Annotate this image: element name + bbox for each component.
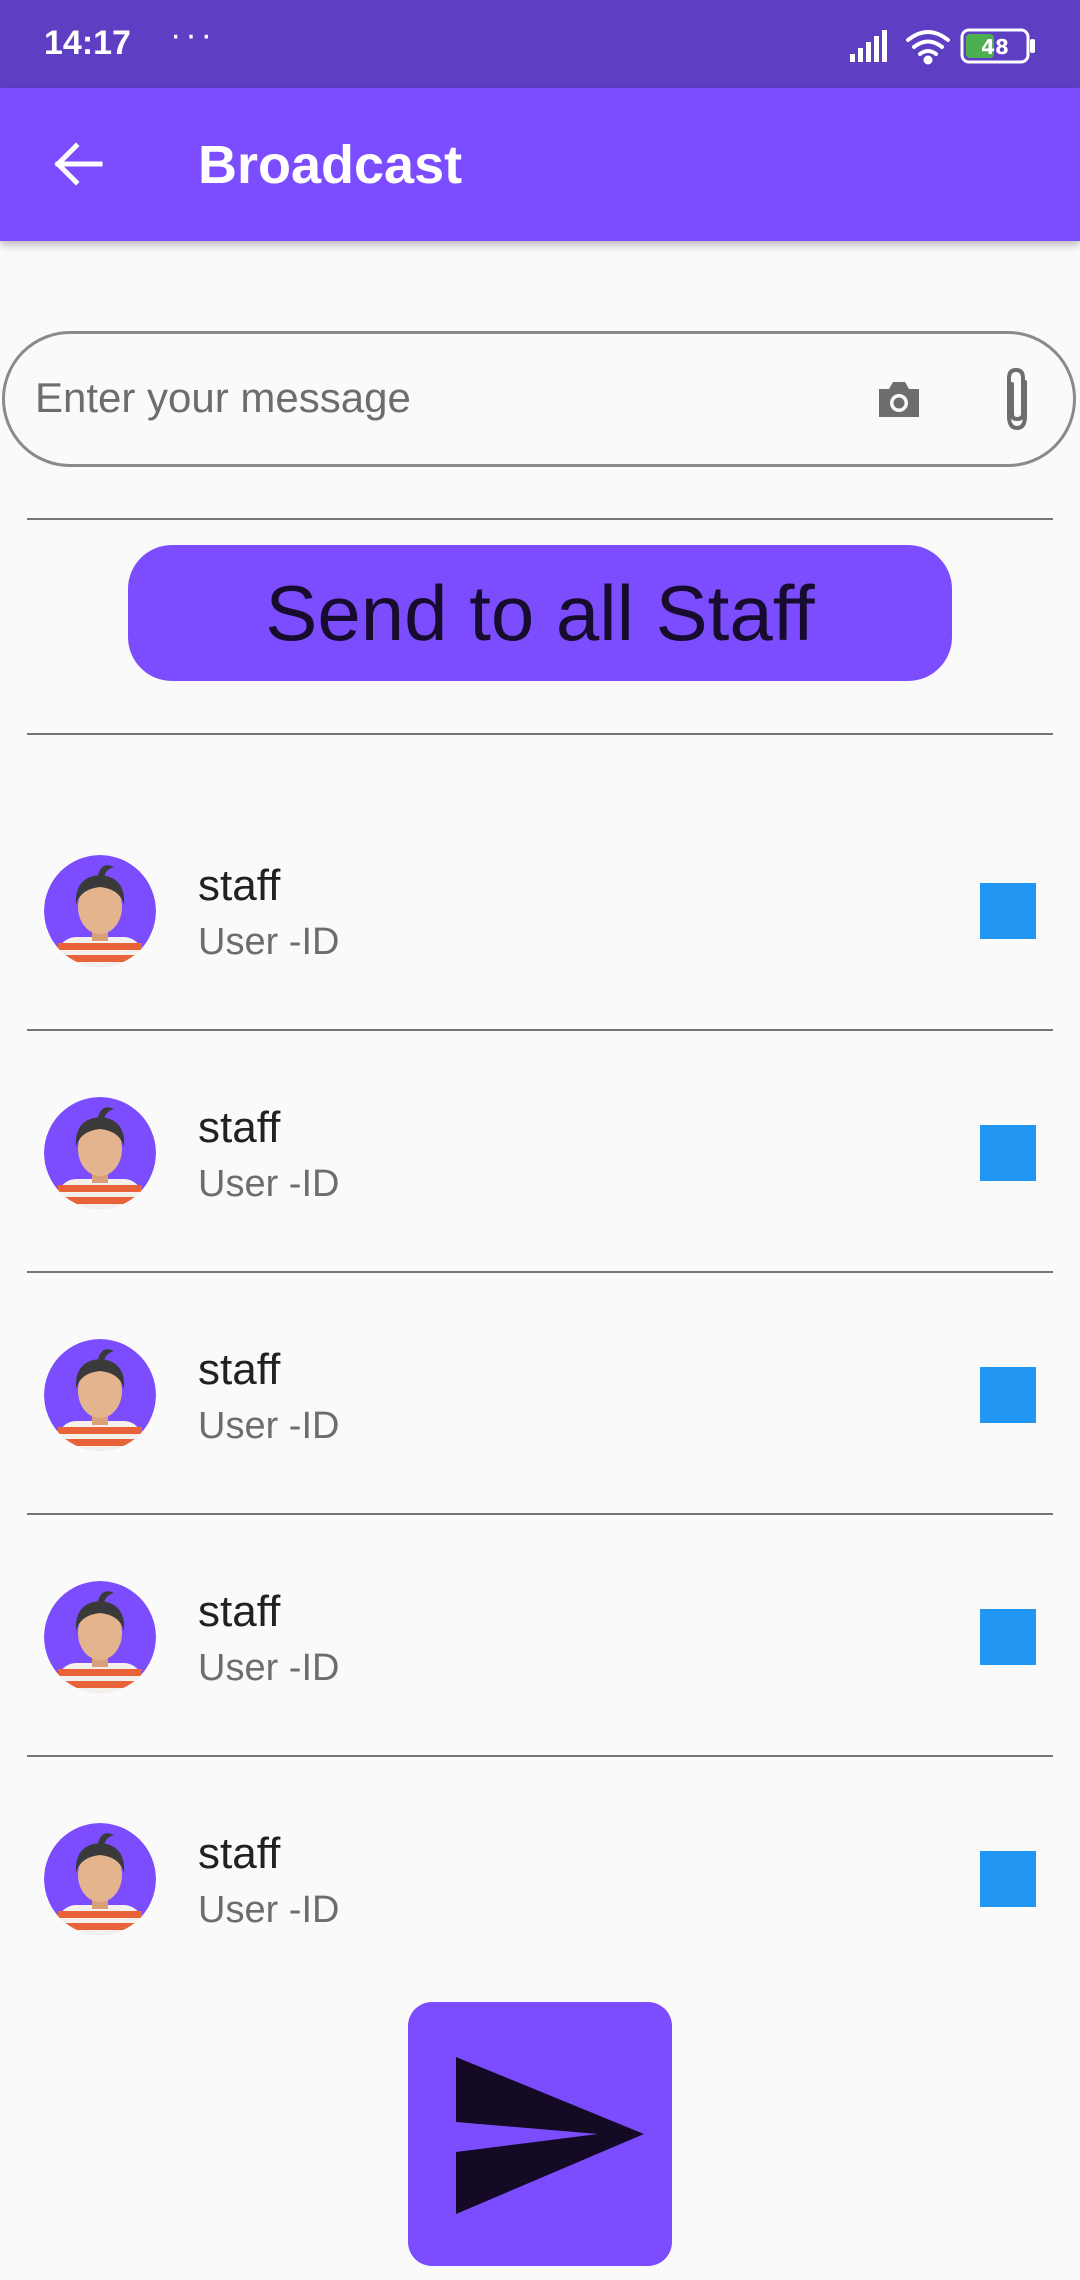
status-time: 14:17 — [44, 24, 131, 62]
send-button[interactable] — [408, 2002, 672, 2266]
divider — [27, 1271, 1053, 1273]
send-to-all-staff-button[interactable]: Send to all Staff — [128, 545, 952, 681]
avatar — [44, 855, 156, 967]
arrow-left-icon[interactable] — [50, 136, 106, 192]
status-icons: 48 — [850, 28, 1035, 65]
staff-user-id: User -ID — [198, 1647, 340, 1689]
staff-list-item[interactable]: staff User -ID — [0, 855, 1080, 1095]
send-icon — [456, 2057, 644, 2214]
page-title: Broadcast — [198, 135, 463, 195]
avatar — [44, 1339, 156, 1451]
battery-level: 48 — [981, 35, 1009, 59]
select-checkbox[interactable] — [980, 1609, 1036, 1665]
avatar — [44, 1097, 156, 1209]
divider — [27, 1029, 1053, 1031]
divider — [27, 733, 1053, 735]
staff-user-id: User -ID — [198, 1405, 340, 1447]
wifi-icon — [906, 30, 950, 65]
message-input[interactable]: Enter your message — [2, 331, 1076, 467]
avatar — [44, 1581, 156, 1693]
divider — [27, 1755, 1053, 1757]
staff-user-id: User -ID — [198, 921, 340, 963]
staff-name: staff — [198, 1103, 281, 1152]
select-checkbox[interactable] — [980, 1367, 1036, 1423]
signal-icon — [850, 30, 887, 62]
avatar — [44, 1823, 156, 1935]
staff-name: staff — [198, 1587, 281, 1636]
select-checkbox[interactable] — [980, 1125, 1036, 1181]
status-bar: 14:17 ··· 48 — [0, 0, 1080, 88]
staff-name: staff — [198, 861, 281, 910]
divider — [27, 1513, 1053, 1515]
staff-name: staff — [198, 1345, 281, 1394]
status-more-dots: ··· — [170, 16, 216, 54]
staff-list-item[interactable]: staff User -ID — [0, 1581, 1080, 1821]
staff-list-item[interactable]: staff User -ID — [0, 1339, 1080, 1579]
staff-list-item[interactable]: staff User -ID — [0, 1097, 1080, 1337]
paperclip-icon[interactable] — [995, 366, 1039, 434]
staff-user-id: User -ID — [198, 1889, 340, 1931]
select-checkbox[interactable] — [980, 883, 1036, 939]
divider — [27, 518, 1053, 520]
staff-user-id: User -ID — [198, 1163, 340, 1205]
app-bar: Broadcast — [0, 88, 1080, 241]
staff-name: staff — [198, 1829, 281, 1878]
message-placeholder: Enter your message — [35, 374, 411, 421]
camera-icon[interactable] — [875, 377, 923, 421]
select-checkbox[interactable] — [980, 1851, 1036, 1907]
